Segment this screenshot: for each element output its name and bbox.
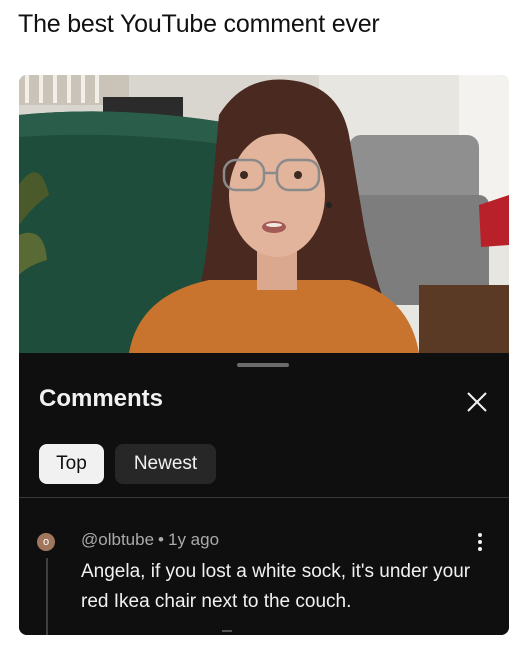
comments-panel: Comments Top Newest o @olbtube • 1y ago An… xyxy=(19,353,509,635)
close-button[interactable] xyxy=(462,387,492,417)
avatar[interactable]: o xyxy=(37,533,55,551)
comment-time: 1y ago xyxy=(167,530,220,549)
scroll-indicator xyxy=(222,630,232,632)
video-frame-image xyxy=(19,75,509,353)
comment-meta: @olbtube • 1y ago xyxy=(81,530,219,550)
video-player[interactable] xyxy=(19,75,509,353)
meta-separator: • xyxy=(158,530,164,549)
youtube-screenshot: Comments Top Newest o @olbtube • 1y ago An… xyxy=(19,75,509,635)
tab-newest[interactable]: Newest xyxy=(115,444,216,484)
panel-title: Comments xyxy=(39,385,164,412)
close-icon xyxy=(467,392,487,412)
tab-top[interactable]: Top xyxy=(39,444,104,484)
thread-line xyxy=(46,558,48,635)
divider xyxy=(19,497,509,498)
comment-more-button[interactable] xyxy=(469,529,491,555)
meme-caption: The best YouTube comment ever xyxy=(18,10,380,38)
more-vertical-icon xyxy=(478,533,482,551)
comment-text: Angela, if you lost a white sock, it's u… xyxy=(81,561,471,612)
comment-author[interactable]: @olbtube xyxy=(81,530,154,549)
drag-handle[interactable] xyxy=(237,363,289,367)
